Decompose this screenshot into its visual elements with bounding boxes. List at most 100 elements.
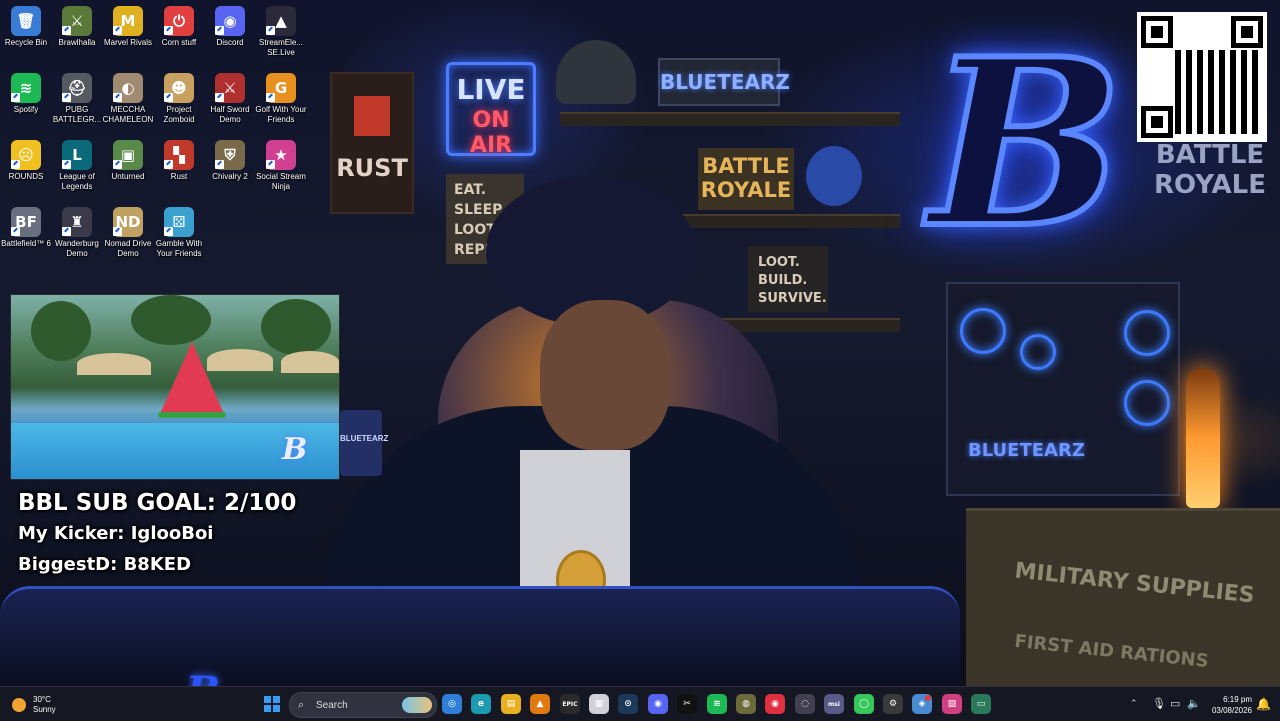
notepad-icon[interactable]: ▦	[589, 694, 609, 714]
shortcut-arrow-icon	[113, 26, 122, 35]
steam-icon[interactable]: ⊙	[618, 694, 638, 714]
desktop-icon[interactable]: L League of Legends	[51, 140, 103, 192]
shortcut-arrow-icon	[164, 227, 173, 236]
desktop-icon[interactable]: ND Nomad Drive Demo	[102, 207, 154, 259]
rust-logo	[354, 96, 390, 136]
crate-text: FIRST AID RATIONS	[1013, 630, 1210, 673]
shortcut-arrow-icon	[11, 93, 20, 102]
desktop-icon[interactable]: ▲ StreamEle... SE.Live	[255, 6, 307, 58]
pc-fan	[1124, 310, 1170, 356]
desktop-icon[interactable]: G Golf With Your Friends	[255, 73, 307, 125]
palm-tree	[261, 299, 331, 355]
windows-logo-pane	[273, 705, 280, 712]
recycle-bin-icon: 🗑	[11, 6, 41, 36]
desktop-icon-label: Corn stuff	[161, 38, 197, 47]
recording-indicator	[925, 695, 931, 701]
watermelon-mascot	[160, 342, 224, 414]
loot-sign-line: LOOT.	[758, 255, 800, 270]
desk	[0, 586, 960, 686]
desktop-icon[interactable]: ⏻ Corn stuff	[153, 6, 205, 48]
shortcut-arrow-icon	[113, 160, 122, 169]
notification-bell-icon[interactable]: 🔔	[1256, 697, 1271, 711]
network-icon[interactable]: ▭	[1170, 697, 1180, 710]
desktop-icon-label: MECCHA CHAMELEON	[102, 105, 154, 124]
shortcut-arrow-icon	[266, 160, 275, 169]
shortcut-arrow-icon	[215, 26, 224, 35]
shortcut-arrow-icon	[11, 227, 20, 236]
pc-fan	[1020, 334, 1056, 370]
desktop-icon[interactable]: BF Battlefield™ 6	[0, 207, 52, 249]
desktop-icon[interactable]: ⚔ Half Sword Demo	[204, 73, 256, 125]
desktop-icon[interactable]: ≋ Spotify	[0, 73, 52, 115]
desktop-icon[interactable]: ⛨ Chivalry 2	[204, 140, 256, 182]
qr-code	[1137, 12, 1267, 142]
search-box[interactable]: ⌕ Search	[289, 692, 437, 718]
desktop-icon-label: PUBG BATTLEGR...	[52, 105, 102, 124]
desktop-icon[interactable]: ⚔ Brawlhalla	[51, 6, 103, 48]
desktop-icon[interactable]: ◐ MECCHA CHAMELEON	[102, 73, 154, 125]
desktop-icon[interactable]: ⛑ PUBG BATTLEGR...	[51, 73, 103, 125]
desktop-icon-label: Brawlhalla	[58, 38, 96, 47]
live-on-air-sign: LIVE ON AIR	[446, 62, 536, 158]
microphone-icon[interactable]: 🎙	[1152, 697, 1166, 710]
crate-text: MILITARY SUPPLIES	[1013, 558, 1256, 609]
msi-icon[interactable]: msi	[824, 694, 844, 714]
desktop-icon[interactable]: ◉ Discord	[204, 6, 256, 48]
desktop-icon-label: Spotify	[13, 105, 39, 114]
pc-fan	[1124, 380, 1170, 426]
desktop-icon[interactable]: ★ Social Stream Ninja	[255, 140, 307, 192]
obs-icon[interactable]: ◌	[795, 694, 815, 714]
monitor-icon[interactable]: ▭	[971, 694, 991, 714]
desktop-icon[interactable]: ⚄ Gamble With Your Friends	[153, 207, 205, 259]
chrome-icon[interactable]: ◎	[442, 694, 462, 714]
steelseries-icon[interactable]: ⚙	[883, 694, 903, 714]
windows-logo-pane	[273, 696, 280, 703]
search-placeholder: Search	[316, 699, 348, 711]
epic-games-icon[interactable]: EPIC	[560, 694, 580, 714]
streamlabs-icon[interactable]: ◉	[765, 694, 785, 714]
chevron-up-icon[interactable]: ⌃	[1130, 698, 1140, 708]
pc-fan	[960, 308, 1006, 354]
live-text: LIVE	[456, 73, 526, 106]
vlc-icon[interactable]: ▲	[530, 694, 550, 714]
shortcut-arrow-icon	[266, 93, 275, 102]
discord-icon[interactable]: ◉	[648, 694, 668, 714]
capcut-icon[interactable]: ✂	[677, 694, 697, 714]
desktop-icon[interactable]: ▣ Unturned	[102, 140, 154, 182]
palm-tree	[131, 295, 211, 345]
character-face	[540, 300, 670, 450]
start-button[interactable]	[264, 696, 280, 712]
shelf	[560, 112, 900, 126]
desktop-icon-label: Marvel Rivals	[103, 38, 152, 47]
desktop-icon[interactable]: ♜ Wanderburg Demo	[51, 207, 103, 259]
mug-label: BLUETEARZ	[340, 434, 389, 443]
volume-icon[interactable]: 🔈	[1187, 697, 1201, 710]
qr-finder	[1231, 16, 1263, 48]
globe-icon[interactable]: ◍	[736, 694, 756, 714]
shortcut-arrow-icon	[164, 26, 173, 35]
desktop-icon[interactable]: 🗑 Recycle Bin	[0, 6, 52, 48]
desktop-icon[interactable]: ▚ Rust	[153, 140, 205, 182]
system-clock[interactable]: 6:19 pm 03/08/2026	[1206, 694, 1252, 716]
bluetearz-sign: BLUETEARZ	[658, 58, 790, 106]
eat-sign-line: EAT.	[454, 182, 487, 198]
desktop-icon[interactable]: M Marvel Rivals	[102, 6, 154, 48]
file-explorer-icon[interactable]: ▤	[501, 694, 521, 714]
line-icon[interactable]: ◯	[854, 694, 874, 714]
game-icon[interactable]: ▧	[942, 694, 962, 714]
on-air-text: ON AIR	[469, 108, 513, 158]
desktop-icon[interactable]: ☹ ROUNDS	[0, 140, 52, 182]
desktop-icon-label: Chivalry 2	[212, 172, 248, 181]
edge-icon[interactable]: e	[471, 694, 491, 714]
desktop-icon-label: Social Stream Ninja	[256, 172, 306, 191]
desktop-icon-label: League of Legends	[59, 172, 95, 191]
sun-icon	[12, 698, 26, 712]
battle-royale-poster: BATTLE ROYALE	[1154, 140, 1266, 200]
desktop-icon[interactable]: ☻ Project Zomboid	[153, 73, 205, 125]
qr-finder	[1141, 106, 1173, 138]
shortcut-arrow-icon	[62, 93, 71, 102]
shortcut-arrow-icon	[266, 26, 275, 35]
spotify-icon[interactable]: ≋	[707, 694, 727, 714]
neon-b-logo: B	[926, 9, 1126, 279]
weather-widget[interactable]: 30°C Sunny	[12, 695, 56, 715]
